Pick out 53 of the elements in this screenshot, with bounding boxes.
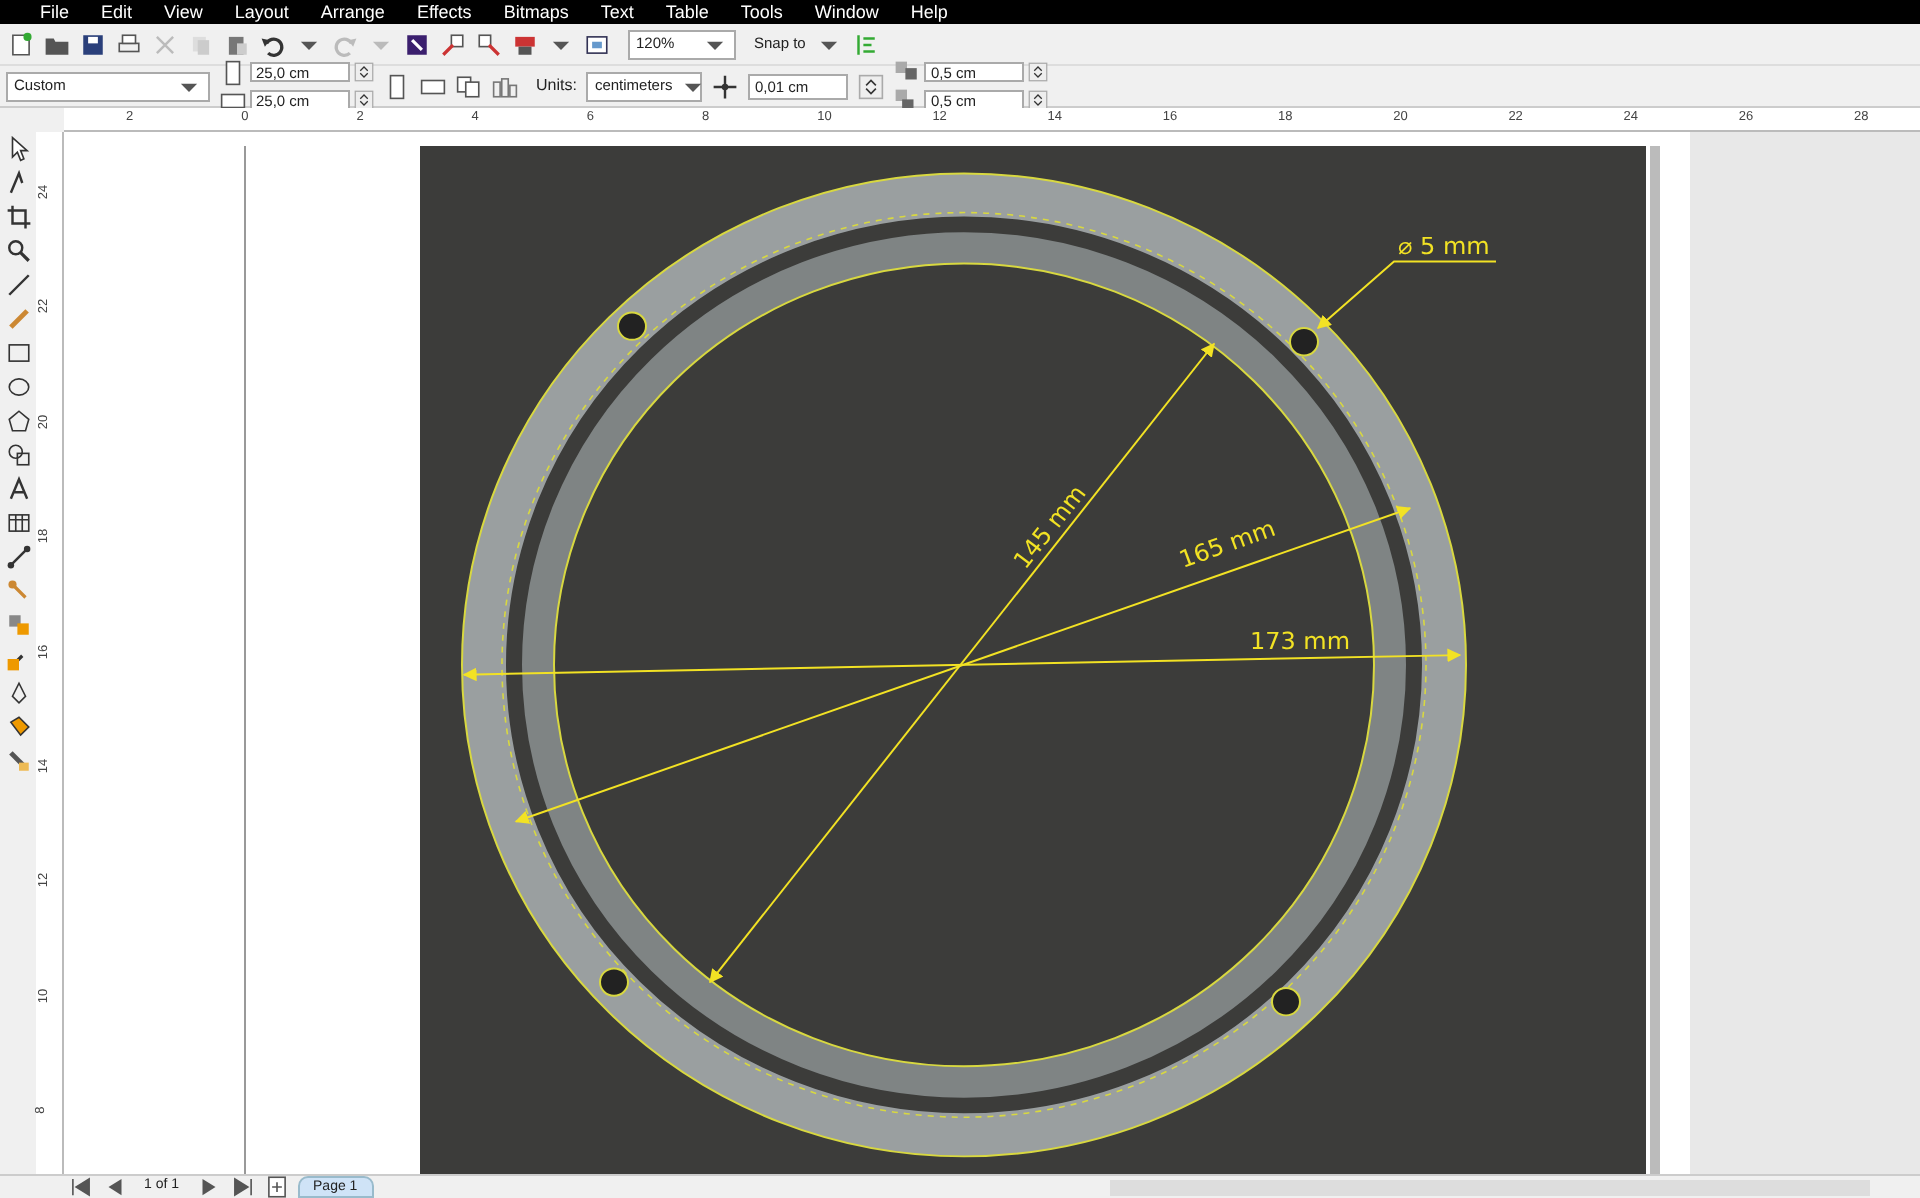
window-icon[interactable] xyxy=(584,31,610,57)
menu-item[interactable]: Table xyxy=(665,0,709,24)
move-arrows-icon xyxy=(712,73,739,99)
menu-item[interactable]: Text xyxy=(600,0,634,24)
first-page-icon[interactable] xyxy=(68,1174,94,1198)
spin-icon[interactable] xyxy=(354,90,374,110)
spin-icon[interactable] xyxy=(354,62,374,82)
spin-icon[interactable] xyxy=(1028,62,1049,82)
menu-item[interactable]: Help xyxy=(910,0,948,24)
undo-icon[interactable] xyxy=(260,31,286,57)
horizontal-scrollbar[interactable] xyxy=(1110,1179,1870,1195)
export-icon[interactable] xyxy=(476,31,502,57)
last-page-icon[interactable] xyxy=(229,1174,256,1198)
portrait-page-icon xyxy=(220,59,246,85)
menu-item[interactable]: Tools xyxy=(740,0,783,24)
fill-icon[interactable] xyxy=(5,748,31,774)
rectangle-icon[interactable] xyxy=(5,340,31,366)
magnifier-icon[interactable] xyxy=(5,238,31,264)
menu-item[interactable]: File xyxy=(40,0,70,24)
dimension-label: 165 mm xyxy=(1175,514,1280,574)
add-page-icon[interactable] xyxy=(263,1174,290,1198)
polygon-icon[interactable] xyxy=(5,408,31,434)
spin-icon[interactable] xyxy=(858,73,885,99)
portrait-page-icon[interactable] xyxy=(384,73,410,99)
current-page-icon[interactable] xyxy=(492,73,518,99)
publish-icon[interactable] xyxy=(512,31,538,57)
spin-icon[interactable] xyxy=(1028,90,1049,110)
menu-item[interactable]: Edit xyxy=(101,0,133,24)
letter-icon[interactable] xyxy=(5,476,31,502)
menu-item[interactable]: View xyxy=(164,0,203,24)
menu-item[interactable]: Window xyxy=(814,0,879,24)
printer-icon[interactable] xyxy=(116,31,142,57)
ellipse-icon[interactable] xyxy=(5,374,31,400)
new-document-icon[interactable] xyxy=(8,31,34,57)
offset-x-icon xyxy=(894,59,921,85)
shapes-icon[interactable] xyxy=(5,442,31,468)
save-icon[interactable] xyxy=(80,31,106,57)
dimension-label: ⌀ 5 mm xyxy=(1398,231,1490,260)
paste-icon[interactable] xyxy=(224,31,250,57)
menu-item[interactable]: Effects xyxy=(416,0,472,24)
menu-item[interactable]: Bitmaps xyxy=(503,0,569,24)
units-label: Units: xyxy=(536,74,577,98)
crop-icon[interactable] xyxy=(5,204,31,230)
blend-icon[interactable] xyxy=(5,612,31,638)
import-icon[interactable] xyxy=(440,31,466,57)
dimension-label: 173 mm xyxy=(1249,627,1351,656)
menu-item[interactable]: Layout xyxy=(234,0,289,24)
table-icon[interactable] xyxy=(5,510,31,536)
guidelines-icon[interactable] xyxy=(851,31,878,57)
pen-line-icon[interactable] xyxy=(5,272,31,298)
menu-item[interactable]: Arrange xyxy=(320,0,385,24)
dimension-icon[interactable] xyxy=(5,544,31,570)
pages-icon[interactable] xyxy=(456,73,482,99)
